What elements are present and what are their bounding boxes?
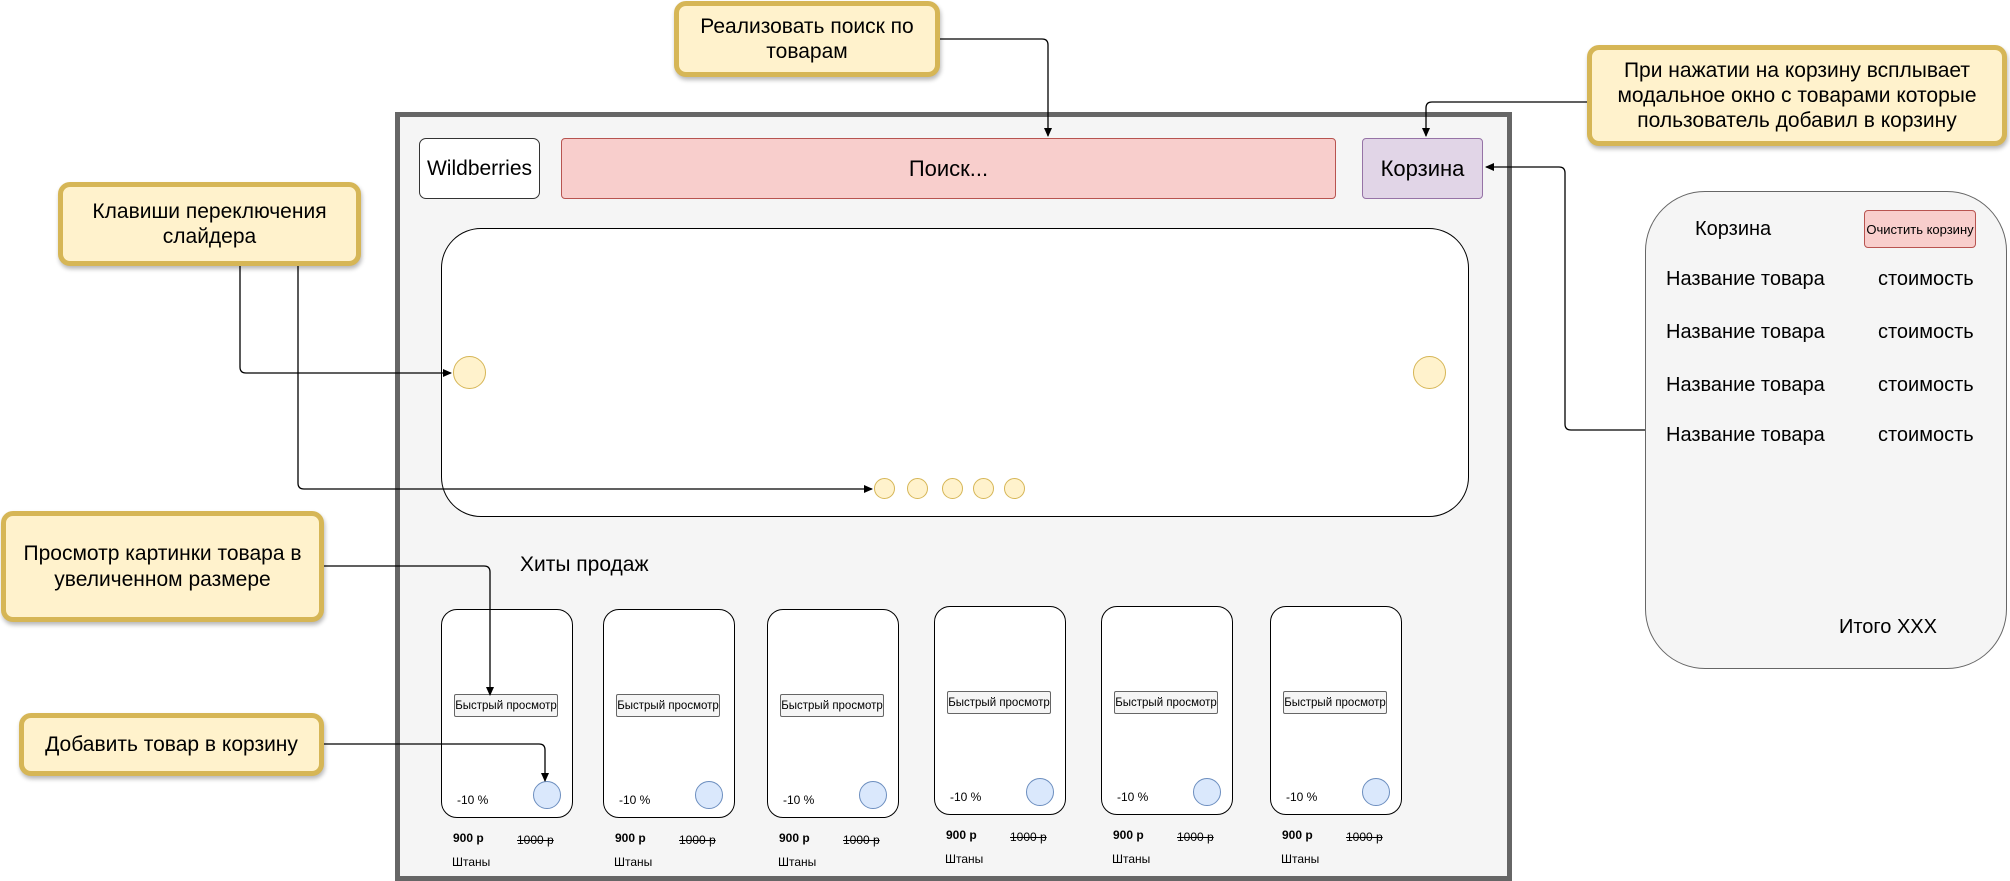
logo-box[interactable]: Wildberries: [419, 138, 540, 199]
add-to-cart-button[interactable]: [1362, 778, 1390, 806]
quick-view-button[interactable]: Быстрый просмотр: [454, 694, 558, 717]
product-old-price: 1000 р: [679, 833, 716, 847]
add-to-cart-button[interactable]: [1026, 778, 1054, 806]
quick-view-label: Быстрый просмотр: [1115, 696, 1217, 709]
cart-item-cost: стоимость: [1878, 268, 1974, 290]
product-old-price: 1000 р: [1346, 830, 1383, 844]
clear-cart-button[interactable]: Очистить корзину: [1864, 210, 1976, 248]
product-old-price: 1000 р: [1010, 830, 1047, 844]
quick-view-button[interactable]: Быстрый просмотр: [947, 691, 1051, 714]
cart-item-name: Название товара: [1666, 268, 1825, 290]
product-price: 900 р: [946, 828, 977, 842]
callout-slider-keys: Клавиши переключения слайдера: [58, 182, 361, 266]
discount-label: -10 %: [457, 793, 489, 807]
callout-cart-modal: При нажатии на корзину всплывает модальн…: [1587, 45, 2007, 146]
callout-zoom: Просмотр картинки товара в увеличенном р…: [1, 511, 324, 622]
quick-view-button[interactable]: Быстрый просмотр: [1283, 691, 1387, 714]
search-bar[interactable]: Поиск...: [561, 138, 1336, 199]
product-old-price: 1000 р: [1177, 830, 1214, 844]
quick-view-label: Быстрый просмотр: [948, 696, 1050, 709]
callout-cart-modal-text: При нажатии на корзину всплывает модальн…: [1617, 58, 1977, 133]
cart-item-name: Название товара: [1666, 321, 1825, 343]
discount-label: -10 %: [619, 793, 651, 807]
callout-slider-keys-text: Клавиши переключения слайдера: [92, 199, 327, 248]
product-name: Штаны: [945, 852, 984, 866]
add-to-cart-button[interactable]: [1193, 778, 1221, 806]
slider-page-dot[interactable]: [907, 478, 928, 499]
banner-slider: [441, 228, 1469, 517]
quick-view-label: Быстрый просмотр: [1284, 696, 1386, 709]
quick-view-button[interactable]: Быстрый просмотр: [616, 694, 720, 717]
product-name: Штаны: [452, 855, 491, 869]
callout-search: Реализовать поиск по товарам: [674, 1, 940, 77]
product-old-price: 1000 р: [517, 833, 554, 847]
cart-modal-title: Корзина: [1695, 218, 1772, 240]
quick-view-button[interactable]: Быстрый просмотр: [780, 694, 884, 717]
discount-label: -10 %: [783, 793, 815, 807]
search-placeholder: Поиск...: [908, 155, 989, 181]
logo-text: Wildberries: [426, 156, 533, 180]
cart-item-cost: стоимость: [1878, 424, 1974, 446]
product-price: 900 р: [1113, 828, 1144, 842]
slider-next-button[interactable]: [1413, 356, 1446, 389]
quick-view-button[interactable]: Быстрый просмотр: [1114, 691, 1218, 714]
product-name: Штаны: [778, 855, 817, 869]
callout-search-text: Реализовать поиск по товарам: [700, 14, 914, 63]
discount-label: -10 %: [950, 790, 982, 804]
clear-cart-label: Очистить корзину: [1866, 221, 1974, 237]
slider-page-dot[interactable]: [973, 478, 994, 499]
callout-add-to-cart-text: Добавить товар в корзину: [45, 732, 298, 756]
add-to-cart-button[interactable]: [695, 781, 723, 809]
slider-prev-button[interactable]: [453, 356, 486, 389]
quick-view-label: Быстрый просмотр: [455, 699, 557, 712]
quick-view-label: Быстрый просмотр: [617, 699, 719, 712]
product-name: Штаны: [1112, 852, 1151, 866]
slider-page-dot[interactable]: [874, 478, 895, 499]
product-price: 900 р: [615, 831, 646, 845]
discount-label: -10 %: [1117, 790, 1149, 804]
slider-page-dot[interactable]: [942, 478, 963, 499]
hits-section-title: Хиты продаж: [520, 553, 649, 576]
cart-button[interactable]: Корзина: [1362, 138, 1483, 199]
callout-add-to-cart: Добавить товар в корзину: [19, 713, 324, 776]
cart-total: Итого XXX: [1839, 616, 1937, 638]
discount-label: -10 %: [1286, 790, 1318, 804]
product-name: Штаны: [614, 855, 653, 869]
product-name: Штаны: [1281, 852, 1320, 866]
add-to-cart-button[interactable]: [533, 781, 561, 809]
callout-zoom-text: Просмотр картинки товара в увеличенном р…: [23, 542, 302, 591]
product-price: 900 р: [779, 831, 810, 845]
slider-page-dot[interactable]: [1004, 478, 1025, 499]
cart-item-name: Название товара: [1666, 424, 1825, 446]
quick-view-label: Быстрый просмотр: [781, 699, 883, 712]
cart-item-cost: стоимость: [1878, 374, 1974, 396]
add-to-cart-button[interactable]: [859, 781, 887, 809]
cart-item-name: Название товара: [1666, 374, 1825, 396]
product-price: 900 р: [453, 831, 484, 845]
cart-item-cost: стоимость: [1878, 321, 1974, 343]
cart-button-label: Корзина: [1380, 155, 1465, 181]
product-old-price: 1000 р: [843, 833, 880, 847]
product-price: 900 р: [1282, 828, 1313, 842]
